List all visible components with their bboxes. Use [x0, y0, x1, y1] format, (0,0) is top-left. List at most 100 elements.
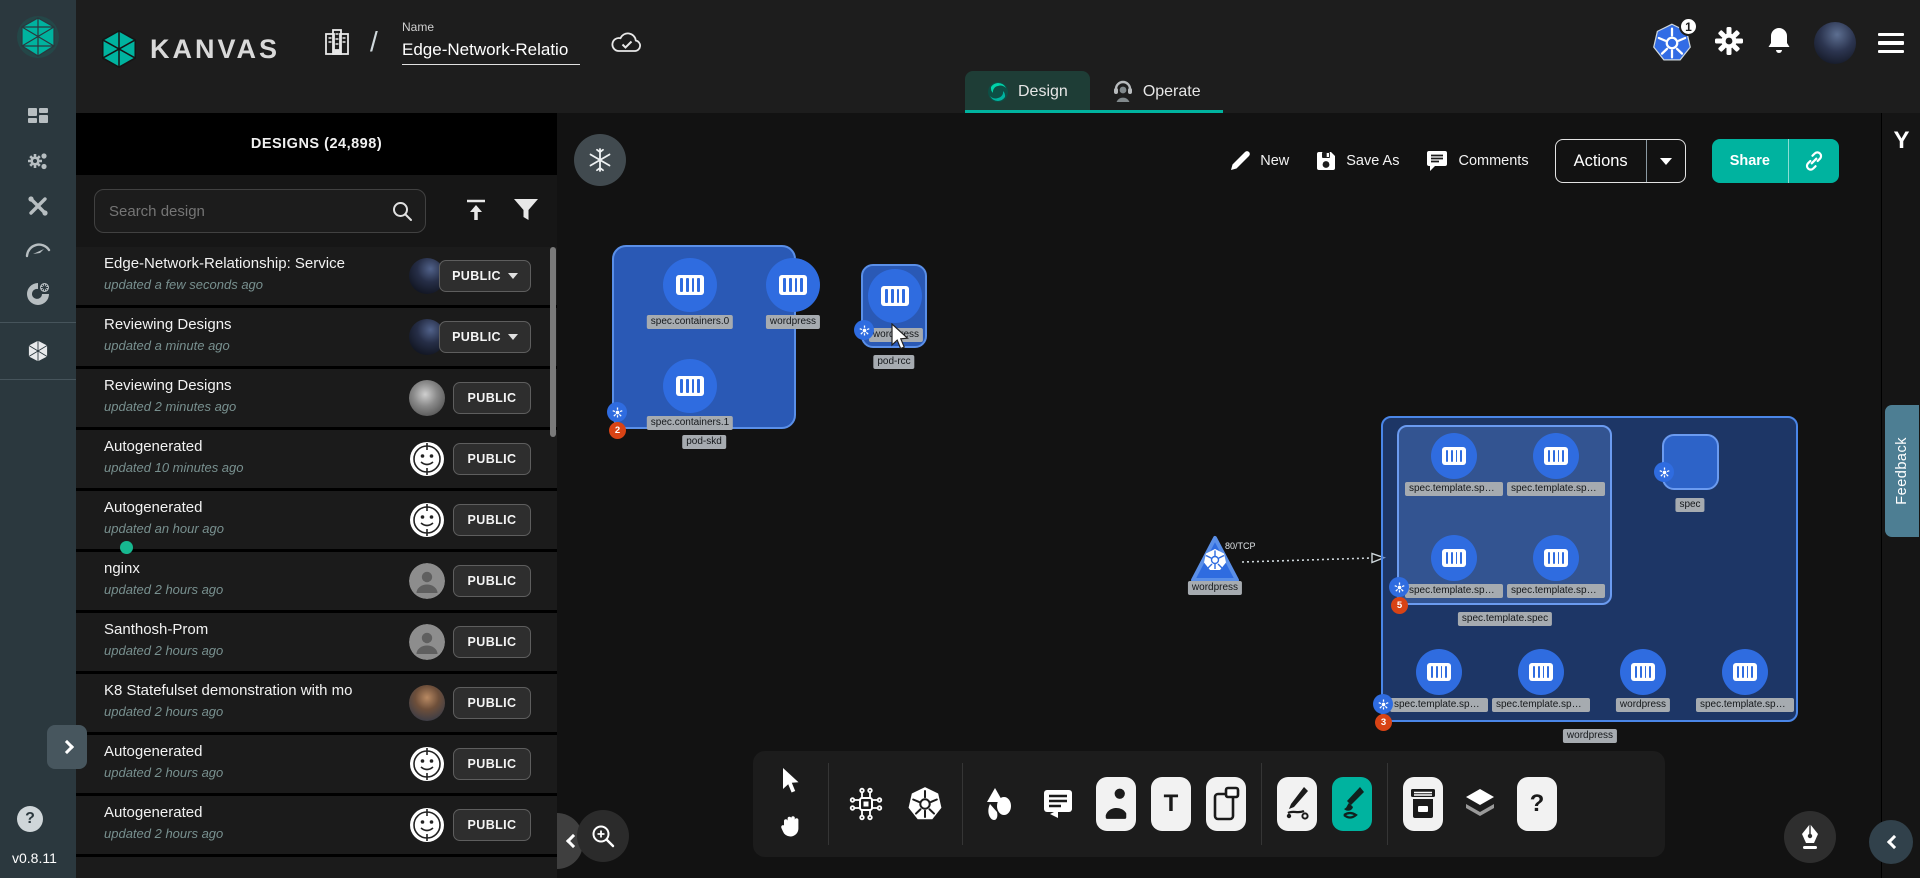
- container-node[interactable]: [1533, 535, 1579, 581]
- canvas-action-bar: New Save As Comments Actions: [1229, 139, 1839, 183]
- sidebar-item-lifecycle[interactable]: [0, 140, 76, 184]
- node-pod-skd[interactable]: spec.containers.0 wordpress spec.contain…: [612, 245, 796, 429]
- sidebar-item-dashboard[interactable]: [0, 96, 76, 140]
- container-node[interactable]: [663, 258, 717, 312]
- draw-tool[interactable]: [1332, 777, 1372, 831]
- chevron-left-icon: [1887, 835, 1901, 849]
- sidebar-item-performance[interactable]: [0, 228, 76, 272]
- actions-split-button[interactable]: Actions: [1555, 139, 1686, 183]
- archive-tool[interactable]: [1403, 777, 1443, 831]
- component-tool[interactable]: [844, 777, 888, 831]
- pen-tool[interactable]: [1277, 777, 1317, 831]
- filter-icon[interactable]: [513, 198, 539, 222]
- select-tool[interactable]: [769, 763, 813, 799]
- tab-design[interactable]: Design: [965, 71, 1090, 113]
- container-node[interactable]: [1722, 649, 1768, 695]
- save-icon: [1315, 150, 1337, 172]
- feedback-tab[interactable]: Feedback: [1885, 405, 1919, 537]
- visibility-badge[interactable]: PUBLIC: [453, 809, 531, 841]
- design-list-item[interactable]: Edge-Network-Relationship: Service updat…: [76, 247, 557, 305]
- dock-toggle-button[interactable]: [1869, 820, 1913, 864]
- visibility-badge[interactable]: PUBLIC: [453, 626, 531, 658]
- layers-tool[interactable]: [1458, 777, 1502, 831]
- error-count-badge: 2: [609, 422, 626, 439]
- cloud-saved-icon: [610, 30, 644, 61]
- copy-link-button[interactable]: [1789, 139, 1839, 183]
- sidebar-item-kanvas[interactable]: [0, 329, 76, 373]
- visibility-badge[interactable]: PUBLIC: [453, 443, 531, 475]
- visibility-badge[interactable]: PUBLIC: [453, 382, 531, 414]
- comment-tool[interactable]: [1037, 777, 1081, 831]
- import-design-icon[interactable]: [463, 197, 489, 223]
- help-tool[interactable]: ?: [1517, 777, 1557, 831]
- design-list-item[interactable]: Autogenerated updated an hour ago PUBLIC: [76, 491, 557, 549]
- container-node[interactable]: [766, 258, 820, 312]
- pan-tool[interactable]: [769, 809, 813, 845]
- sidebar-item-configuration[interactable]: [0, 184, 76, 228]
- kubernetes-context-chip[interactable]: 1: [1652, 23, 1692, 63]
- visibility-badge[interactable]: PUBLIC: [453, 504, 531, 536]
- design-list-item[interactable]: Santhosh-Prom updated 2 hours ago PUBLIC: [76, 613, 557, 671]
- visibility-badge[interactable]: PUBLIC: [453, 687, 531, 719]
- actions-label[interactable]: Actions: [1556, 140, 1646, 182]
- container-node[interactable]: [1431, 433, 1477, 479]
- design-list-item-partial[interactable]: [76, 857, 557, 878]
- kanvas-brand[interactable]: KANVAS: [98, 28, 280, 70]
- visibility-badge[interactable]: PUBLIC: [439, 260, 531, 292]
- design-canvas[interactable]: New Save As Comments Actions: [557, 113, 1881, 878]
- container-node[interactable]: [868, 269, 922, 323]
- kubernetes-tool[interactable]: [903, 777, 947, 831]
- design-search-box[interactable]: [94, 189, 426, 233]
- container-node[interactable]: [1533, 433, 1579, 479]
- new-button[interactable]: New: [1229, 150, 1289, 172]
- design-list-item[interactable]: K8 Statefulset demonstration with mo upd…: [76, 674, 557, 732]
- container-node[interactable]: [1431, 535, 1477, 581]
- tab-operate[interactable]: Operate: [1090, 71, 1223, 113]
- meshery-logo-icon[interactable]: [15, 14, 61, 60]
- snowflake-icon: [587, 147, 613, 173]
- container-node[interactable]: [1620, 649, 1666, 695]
- expand-drawer-button[interactable]: [47, 725, 87, 769]
- node-spec-template[interactable]: spec.template.spec.s... spec.template.sp…: [1397, 425, 1612, 605]
- share-split-button[interactable]: Share: [1712, 139, 1839, 183]
- container-node[interactable]: [1518, 649, 1564, 695]
- save-as-button[interactable]: Save As: [1315, 150, 1399, 172]
- design-list-item[interactable]: Reviewing Designs updated a minute ago P…: [76, 308, 557, 366]
- design-list-item[interactable]: Autogenerated updated 2 hours ago PUBLIC: [76, 735, 557, 793]
- design-name: Autogenerated: [104, 499, 374, 516]
- node-deployment-wordpress[interactable]: spec.template.spec.s... spec.template.sp…: [1381, 416, 1798, 722]
- frame-tool[interactable]: [1206, 777, 1246, 831]
- design-name: K8 Statefulset demonstration with mo: [104, 682, 374, 699]
- text-tool[interactable]: T: [1151, 777, 1191, 831]
- visibility-badge[interactable]: PUBLIC: [453, 565, 531, 597]
- actions-dropdown-toggle[interactable]: [1647, 140, 1685, 182]
- visibility-badge[interactable]: PUBLIC: [439, 321, 531, 353]
- container-node[interactable]: [663, 359, 717, 413]
- help-button[interactable]: ?: [17, 806, 43, 832]
- user-avatar[interactable]: [1814, 22, 1856, 64]
- design-list-item[interactable]: Reviewing Designs updated 2 minutes ago …: [76, 369, 557, 427]
- canvas-menu-button[interactable]: [574, 134, 626, 186]
- design-name-input[interactable]: [402, 38, 580, 65]
- settings-button[interactable]: [1714, 26, 1744, 61]
- design-list-item[interactable]: Autogenerated updated 10 minutes ago PUB…: [76, 430, 557, 488]
- notifications-button[interactable]: [1766, 26, 1792, 61]
- sticker-tool[interactable]: [1096, 777, 1136, 831]
- sidebar-item-extensions[interactable]: [0, 272, 76, 316]
- shapes-tool[interactable]: [978, 777, 1022, 831]
- share-label[interactable]: Share: [1712, 139, 1788, 183]
- design-search-input[interactable]: [107, 202, 391, 221]
- node-spec[interactable]: [1662, 434, 1719, 490]
- design-list-item[interactable]: nginx updated 2 hours ago PUBLIC: [76, 552, 557, 610]
- container-node[interactable]: [1416, 649, 1462, 695]
- organization-icon[interactable]: [322, 28, 352, 63]
- design-list-item[interactable]: Autogenerated updated 2 hours ago PUBLIC: [76, 796, 557, 854]
- pod-badge-icon: [1373, 694, 1393, 714]
- signature-button[interactable]: [1784, 811, 1836, 863]
- visibility-badge[interactable]: PUBLIC: [453, 748, 531, 780]
- design-list-scrollbar[interactable]: [550, 247, 556, 437]
- comments-button[interactable]: Comments: [1425, 150, 1528, 172]
- zoom-button[interactable]: [577, 810, 629, 862]
- menu-button[interactable]: [1878, 33, 1904, 54]
- validator-icon[interactable]: Y: [1882, 127, 1920, 155]
